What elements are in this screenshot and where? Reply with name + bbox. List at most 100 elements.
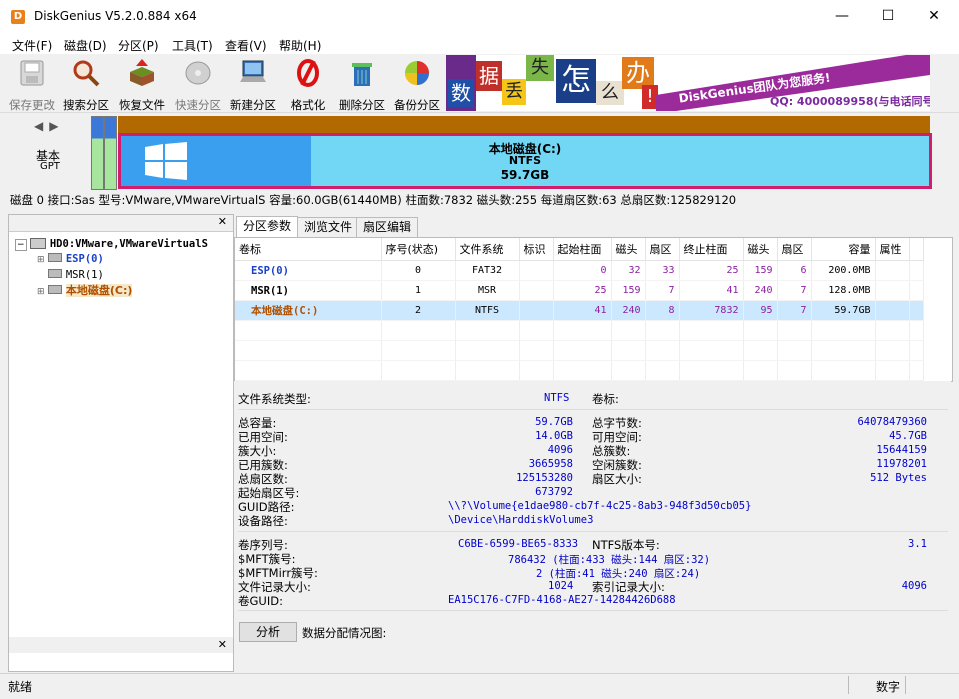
tree-item-esp[interactable]: ⊞ ESP(0) [37,250,104,266]
disk-map: ◀▶ 基本 GPT 本地磁盘(C:) NTFS 59.7GB [0,113,959,190]
table-cell: 0 [381,260,456,281]
hard-disk-icon [30,238,47,249]
info-value: 64078479360 [857,416,927,428]
partition-table: 卷标 序号(状态) 文件系统 标识 起始柱面 磁头 扇区 终止柱面 磁头 扇区 … [235,238,924,381]
footer-close-icon[interactable]: ✕ [218,638,227,651]
table-cell: 33 [645,260,680,281]
table-cell [875,280,910,301]
index-size-value: 4096 [901,580,927,592]
table-row[interactable]: ESP(0) 0 FAT32 0 32 33 25 159 6 200.0MB [235,260,924,281]
search-partition-button[interactable]: 搜索分区 [59,58,113,112]
analyze-button[interactable]: 分析 [239,622,297,642]
ad-banner[interactable]: 数 据 丢 失 怎 么 办 ! DiskGenius团队为您服务! 致电: 40… [446,55,930,111]
table-cell: 41 [679,280,744,301]
table-cell [519,260,554,281]
fs-type-label: 文件系统类型: [238,392,311,406]
recover-box-icon [130,59,154,86]
banner-char: 丢 [502,79,526,105]
col-header[interactable]: 标识 [519,238,554,261]
save-changes-button[interactable]: 保存更改 [5,58,59,112]
col-header[interactable]: 扇区 [645,238,680,261]
col-header[interactable]: 文件系统 [455,238,520,261]
col-header[interactable]: 起始柱面 [553,238,612,261]
tree-item-label: ESP(0) [65,253,104,265]
tree-item-c[interactable]: ⊞ 本地磁盘(C:) [37,282,133,298]
table-cell: 159 [611,280,646,301]
volume-guid-label: 卷GUID: [238,594,283,608]
menu-tools[interactable]: 工具(T) [172,37,213,54]
tree-item-msr[interactable]: ⊞ MSR(1) [37,266,104,282]
table-row[interactable]: 本地磁盘(C:) 2 NTFS 41 240 8 7832 95 7 59.7GB [235,300,924,321]
menu-disk[interactable]: 磁盘(D) [64,37,107,54]
info-value: 3665958 [528,458,573,470]
col-header[interactable]: 磁头 [743,238,778,261]
delete-partition-button[interactable]: 删除分区 [335,58,389,112]
partition-icon [48,253,63,262]
table-cell [519,300,554,321]
table-cell: MSR [455,280,520,301]
table-row[interactable]: MSR(1) 1 MSR 25 159 7 41 240 7 128.0MB [235,280,924,301]
recover-files-button[interactable]: 恢复文件 [115,58,169,112]
new-partition-button[interactable]: 新建分区 [226,58,280,112]
menu-help[interactable]: 帮助(H) [279,37,321,54]
table-cell: 128.0MB [811,280,876,301]
tree-close-icon[interactable]: ✕ [218,215,227,228]
col-header[interactable]: 终止柱面 [679,238,744,261]
table-cell: 6 [777,260,812,281]
expand-icon[interactable]: ⊞ [37,255,45,265]
divider [238,610,948,611]
close-button[interactable]: ✕ [911,0,957,32]
table-cell: 159 [743,260,778,281]
table-cell: 1 [381,280,456,301]
fs-type-value: NTFS [544,392,570,404]
info-key: 扇区大小: [592,472,642,486]
tab-browse-files[interactable]: 浏览文件 [297,217,360,237]
table-cell [519,280,554,301]
disk-bar [118,116,930,134]
info-value: 45.7GB [889,430,927,442]
partition-icon [48,285,63,294]
table-cell: 200.0MB [811,260,876,281]
serial-value: C6BE-6599-BE65-8333 [458,538,579,550]
device-path-label: 设备路径: [238,514,288,528]
quick-partition-button[interactable]: 快速分区 [171,58,225,112]
menu-partition[interactable]: 分区(P) [118,37,159,54]
collapse-icon[interactable]: − [15,239,27,251]
tree-header: ✕ [9,215,233,232]
partition-info-panel: 文件系统类型: NTFS 卷标: GUID路径: \\?\Volume{e1da… [234,381,951,670]
tree-item-label: MSR(1) [65,269,104,281]
table-cell: 32 [611,260,646,281]
volume-guid-value: EA15C176-C7FD-4168-AE27-14284426D688 [448,594,676,606]
format-button[interactable]: 格式化 [281,58,335,112]
maximize-button[interactable]: ☐ [865,0,911,32]
esp-partition-block[interactable] [91,116,104,190]
table-cell: 41 [553,300,612,321]
disk-nav-arrows[interactable]: ◀▶ [34,119,64,133]
divider [238,531,948,532]
menu-view[interactable]: 查看(V) [225,37,267,54]
tree-footer: ✕ [9,637,233,653]
col-header[interactable]: 扇区 [777,238,812,261]
msr-partition-block[interactable] [104,116,117,190]
backup-partition-button[interactable]: 备份分区 [390,58,444,112]
empty-row [235,360,924,381]
col-header[interactable]: 容量 [811,238,876,261]
tab-sector-edit[interactable]: 扇区编辑 [356,217,419,237]
volume-name-cell: MSR(1) [235,280,382,301]
menu-file[interactable]: 文件(F) [12,37,52,54]
table-cell: 240 [743,280,778,301]
tree-item-label: 本地磁盘(C:) [65,284,133,297]
col-header[interactable]: 卷标 [235,238,382,261]
tree-root-disk[interactable]: − HD0:VMware,VMwareVirtualS [15,235,208,251]
trash-icon [352,63,372,86]
expand-icon[interactable]: ⊞ [37,287,45,297]
col-header[interactable]: 属性 [875,238,910,261]
minimize-button[interactable]: — [819,0,865,32]
no-sign-icon [297,59,319,87]
tab-partition-params[interactable]: 分区参数 [236,216,299,238]
disk-info-line: 磁盘 0 接口:Sas 型号:VMware,VMwareVirtualS 容量:… [10,193,737,207]
table-cell: 240 [611,300,646,321]
partition-c-block[interactable]: 本地磁盘(C:) NTFS 59.7GB [118,133,932,189]
col-header[interactable]: 磁头 [611,238,646,261]
col-header[interactable]: 序号(状态) [381,238,456,261]
